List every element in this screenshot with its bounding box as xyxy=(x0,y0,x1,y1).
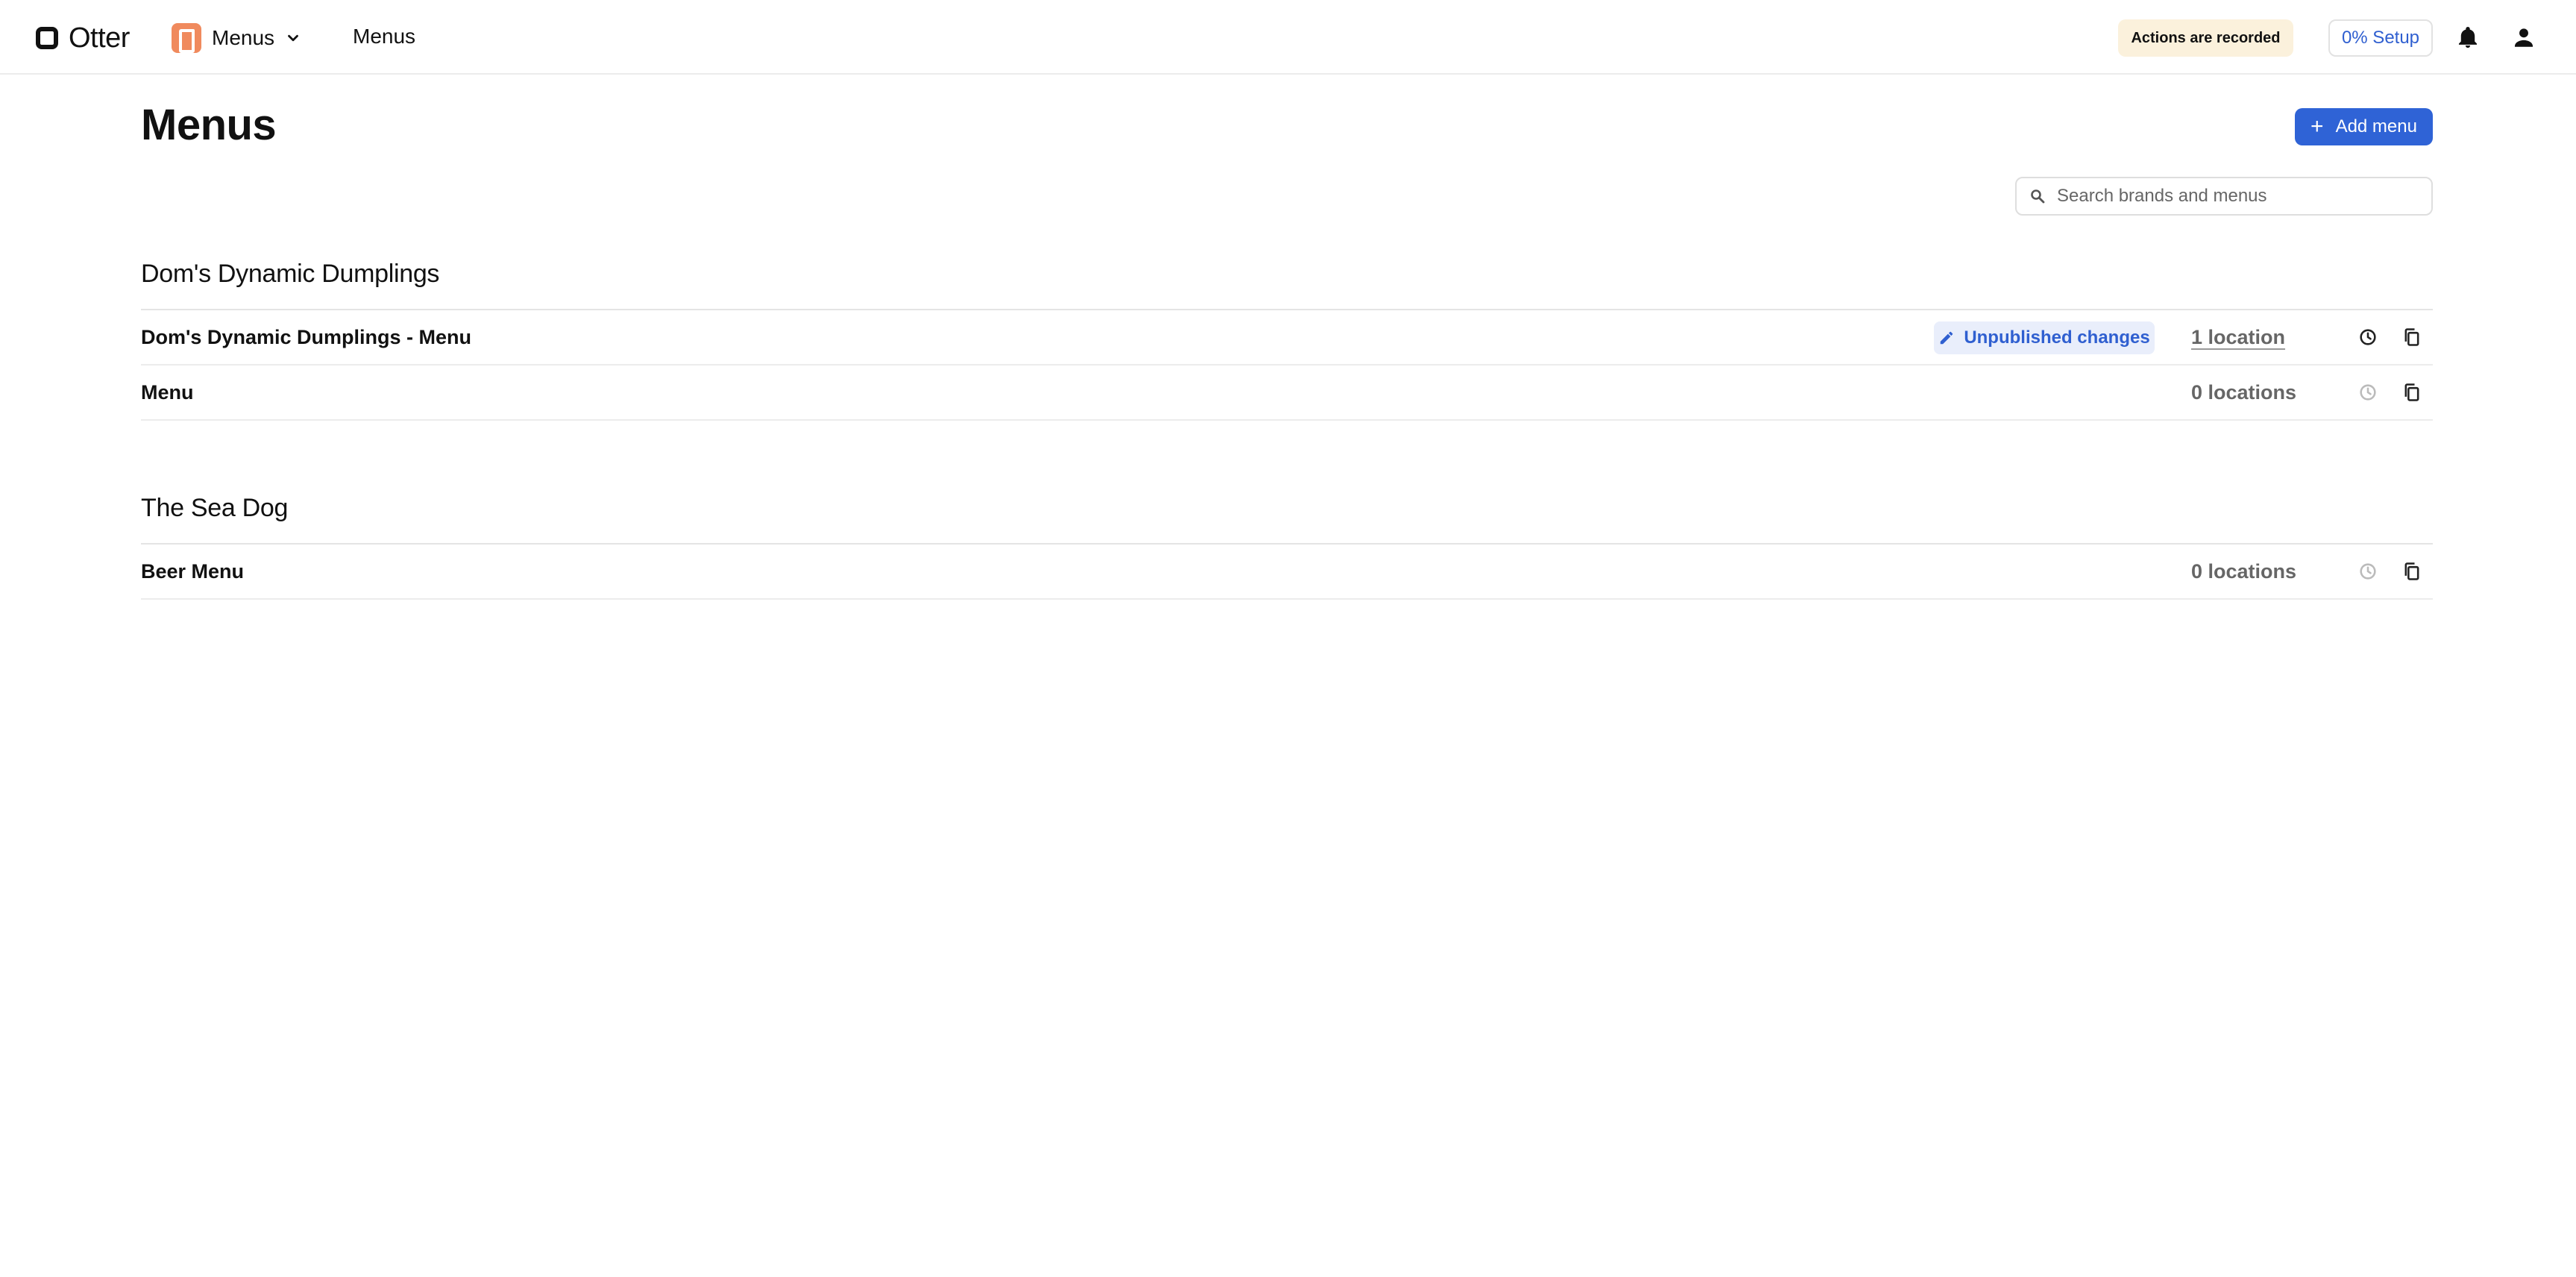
locations-count: 0 locations xyxy=(2191,380,2297,404)
menu-row[interactable]: Dom's Dynamic Dumplings - Menu Unpublish… xyxy=(141,310,2433,365)
history-icon[interactable] xyxy=(2357,382,2378,403)
brand-title: Dom's Dynamic Dumplings xyxy=(141,260,440,288)
chevron-down-icon xyxy=(285,30,301,46)
copy-icon[interactable] xyxy=(2401,382,2422,403)
locations-link[interactable]: 1 location xyxy=(2191,326,2285,349)
search-icon xyxy=(2031,189,2045,204)
menu-name[interactable]: Dom's Dynamic Dumplings - Menu xyxy=(141,326,471,349)
plus-icon: + xyxy=(2310,114,2324,139)
menu-row[interactable]: Menu 0 locations xyxy=(141,365,2433,421)
search-input[interactable] xyxy=(2057,186,2415,207)
history-icon[interactable] xyxy=(2357,561,2378,582)
brand-group: Dom's Dynamic Dumplings Dom's Dynamic Du… xyxy=(141,260,2433,421)
logo-text: Otter xyxy=(69,22,130,54)
setup-progress-button[interactable]: 0% Setup xyxy=(2328,19,2433,57)
user-icon[interactable] xyxy=(2511,25,2536,50)
bell-icon[interactable] xyxy=(2455,25,2481,50)
recording-notice-badge: Actions are recorded xyxy=(2118,19,2293,57)
brand-title: The Sea Dog xyxy=(141,494,289,522)
menus-app-icon xyxy=(172,23,201,53)
menu-row[interactable]: Beer Menu 0 locations xyxy=(141,545,2433,600)
top-bar: Otter Menus Menus Actions are recorded 0… xyxy=(0,0,2576,75)
copy-icon[interactable] xyxy=(2401,561,2422,582)
add-menu-label: Add menu xyxy=(2335,116,2417,137)
locations-count: 0 locations xyxy=(2191,559,2297,583)
copy-icon[interactable] xyxy=(2401,327,2422,348)
menu-name[interactable]: Menu xyxy=(141,381,194,404)
menu-list: Beer Menu 0 locations xyxy=(141,543,2433,600)
breadcrumb[interactable]: Menus xyxy=(353,25,415,48)
otter-logo[interactable]: Otter xyxy=(36,22,130,54)
menu-list: Dom's Dynamic Dumplings - Menu Unpublish… xyxy=(141,309,2433,421)
history-icon[interactable] xyxy=(2357,327,2378,348)
page-title: Menus xyxy=(141,101,277,149)
search-box[interactable] xyxy=(2015,177,2433,216)
app-switcher[interactable]: Menus xyxy=(172,22,301,54)
add-menu-button[interactable]: + Add menu xyxy=(2295,108,2433,145)
unpublished-changes-badge[interactable]: Unpublished changes xyxy=(1934,321,2155,354)
brand-group: The Sea Dog Beer Menu 0 locations xyxy=(141,494,2433,600)
badge-label: Unpublished changes xyxy=(1964,327,2150,348)
app-switcher-label: Menus xyxy=(212,26,275,49)
otter-logo-icon xyxy=(36,27,58,49)
menu-name[interactable]: Beer Menu xyxy=(141,560,244,583)
pencil-icon xyxy=(1941,331,1953,345)
